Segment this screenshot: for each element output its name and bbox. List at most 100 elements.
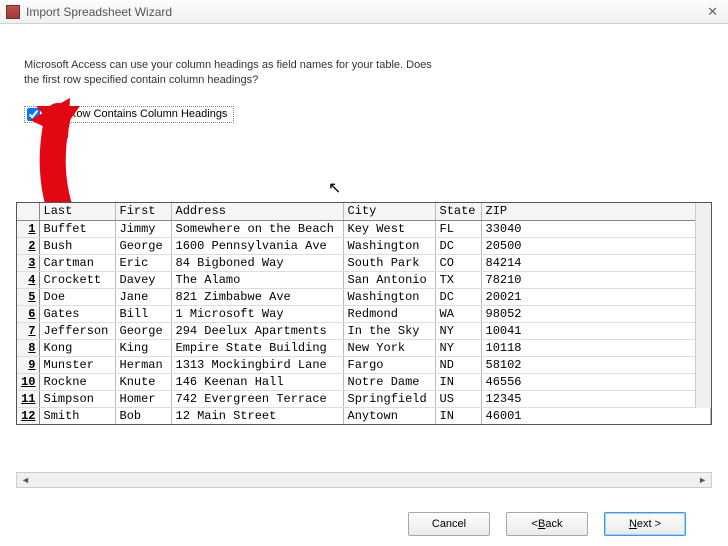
table-row[interactable]: 7JeffersonGeorge294 Deelux ApartmentsIn … bbox=[17, 322, 711, 339]
cell: Anytown bbox=[343, 407, 435, 424]
col-header[interactable]: First bbox=[115, 203, 171, 220]
horizontal-scrollbar[interactable]: ◄ ► bbox=[16, 472, 712, 488]
cell: Key West bbox=[343, 220, 435, 237]
first-row-headings-option[interactable]: First Row Contains Column Headings bbox=[24, 106, 234, 123]
cell: Gates bbox=[39, 305, 115, 322]
row-number: 8 bbox=[17, 339, 39, 356]
next-button[interactable]: Next > bbox=[604, 512, 686, 536]
cell: Kong bbox=[39, 339, 115, 356]
cell: 58102 bbox=[481, 356, 711, 373]
table-row[interactable]: 6GatesBill1 Microsoft WayRedmondWA98052 bbox=[17, 305, 711, 322]
cell: DC bbox=[435, 288, 481, 305]
scroll-right-icon[interactable]: ► bbox=[694, 475, 711, 485]
cell: NY bbox=[435, 322, 481, 339]
cell: George bbox=[115, 322, 171, 339]
cell: 742 Evergreen Terrace bbox=[171, 390, 343, 407]
cell: WA bbox=[435, 305, 481, 322]
data-preview-grid: Last First Address City State ZIP 1Buffe… bbox=[16, 202, 712, 425]
cell: Knute bbox=[115, 373, 171, 390]
cell: 12345 bbox=[481, 390, 711, 407]
cell: South Park bbox=[343, 254, 435, 271]
table-row[interactable]: 5DoeJane821 Zimbabwe AveWashingtonDC2002… bbox=[17, 288, 711, 305]
cell: Bush bbox=[39, 237, 115, 254]
cell: US bbox=[435, 390, 481, 407]
table-row[interactable]: 3CartmanEric84 Bigboned WaySouth ParkCO8… bbox=[17, 254, 711, 271]
row-number: 7 bbox=[17, 322, 39, 339]
cell: Washington bbox=[343, 237, 435, 254]
cell: Jane bbox=[115, 288, 171, 305]
cell: 98052 bbox=[481, 305, 711, 322]
table-row[interactable]: 10RockneKnute146 Keenan HallNotre DameIN… bbox=[17, 373, 711, 390]
cell: 78210 bbox=[481, 271, 711, 288]
table-row[interactable]: 9MunsterHerman1313 Mockingbird LaneFargo… bbox=[17, 356, 711, 373]
cell: 20500 bbox=[481, 237, 711, 254]
cell: In the Sky bbox=[343, 322, 435, 339]
row-number: 11 bbox=[17, 390, 39, 407]
cell: San Antonio bbox=[343, 271, 435, 288]
table-row[interactable]: 2BushGeorge1600 Pennsylvania AveWashingt… bbox=[17, 237, 711, 254]
cell: 10118 bbox=[481, 339, 711, 356]
cell: Simpson bbox=[39, 390, 115, 407]
row-number: 3 bbox=[17, 254, 39, 271]
cell: Notre Dame bbox=[343, 373, 435, 390]
cell: ND bbox=[435, 356, 481, 373]
header-row: Last First Address City State ZIP bbox=[17, 203, 711, 220]
cell: 46001 bbox=[481, 407, 711, 424]
table-row[interactable]: 4CrockettDaveyThe AlamoSan AntonioTX7821… bbox=[17, 271, 711, 288]
table-row[interactable]: 1BuffetJimmySomewhere on the BeachKey We… bbox=[17, 220, 711, 237]
app-icon bbox=[6, 5, 20, 19]
cell: 1313 Mockingbird Lane bbox=[171, 356, 343, 373]
cell: Doe bbox=[39, 288, 115, 305]
cell: 12 Main Street bbox=[171, 407, 343, 424]
cell: 20021 bbox=[481, 288, 711, 305]
cell: 33040 bbox=[481, 220, 711, 237]
preview-table: Last First Address City State ZIP 1Buffe… bbox=[17, 203, 711, 424]
row-number: 4 bbox=[17, 271, 39, 288]
cell: 821 Zimbabwe Ave bbox=[171, 288, 343, 305]
vertical-scrollbar[interactable] bbox=[695, 203, 711, 408]
cell: Washington bbox=[343, 288, 435, 305]
cell: King bbox=[115, 339, 171, 356]
cell: 294 Deelux Apartments bbox=[171, 322, 343, 339]
cell: FL bbox=[435, 220, 481, 237]
cell: George bbox=[115, 237, 171, 254]
close-icon[interactable]: ✕ bbox=[703, 4, 722, 20]
scroll-left-icon[interactable]: ◄ bbox=[17, 475, 34, 485]
cell: Herman bbox=[115, 356, 171, 373]
col-header[interactable]: Last bbox=[39, 203, 115, 220]
cell: Jefferson bbox=[39, 322, 115, 339]
back-button[interactable]: < Back bbox=[506, 512, 588, 536]
cell: Springfield bbox=[343, 390, 435, 407]
first-row-headings-checkbox[interactable] bbox=[27, 108, 40, 121]
col-header[interactable]: ZIP bbox=[481, 203, 711, 220]
table-row[interactable]: 12SmithBob12 Main StreetAnytownIN46001 bbox=[17, 407, 711, 424]
window-title: Import Spreadsheet Wizard bbox=[26, 5, 703, 19]
cell: IN bbox=[435, 373, 481, 390]
row-number: 12 bbox=[17, 407, 39, 424]
table-row[interactable]: 11SimpsonHomer742 Evergreen TerraceSprin… bbox=[17, 390, 711, 407]
cell: Fargo bbox=[343, 356, 435, 373]
row-number: 1 bbox=[17, 220, 39, 237]
col-header[interactable]: City bbox=[343, 203, 435, 220]
cell: Davey bbox=[115, 271, 171, 288]
first-row-headings-label: First Row Contains Column Headings bbox=[44, 108, 227, 120]
cell: Eric bbox=[115, 254, 171, 271]
table-row[interactable]: 8KongKingEmpire State BuildingNew YorkNY… bbox=[17, 339, 711, 356]
cell: 84 Bigboned Way bbox=[171, 254, 343, 271]
cell: Somewhere on the Beach bbox=[171, 220, 343, 237]
cell: Buffet bbox=[39, 220, 115, 237]
wizard-button-row: Cancel < Back Next > bbox=[0, 512, 728, 536]
cell: 84214 bbox=[481, 254, 711, 271]
cell: 1600 Pennsylvania Ave bbox=[171, 237, 343, 254]
cell: Bill bbox=[115, 305, 171, 322]
row-number: 10 bbox=[17, 373, 39, 390]
instruction-text: Microsoft Access can use your column hea… bbox=[24, 58, 444, 88]
cell: Empire State Building bbox=[171, 339, 343, 356]
cell: Jimmy bbox=[115, 220, 171, 237]
cell: NY bbox=[435, 339, 481, 356]
cell: Munster bbox=[39, 356, 115, 373]
cancel-button[interactable]: Cancel bbox=[408, 512, 490, 536]
col-header[interactable]: State bbox=[435, 203, 481, 220]
col-header[interactable]: Address bbox=[171, 203, 343, 220]
cell: 1 Microsoft Way bbox=[171, 305, 343, 322]
